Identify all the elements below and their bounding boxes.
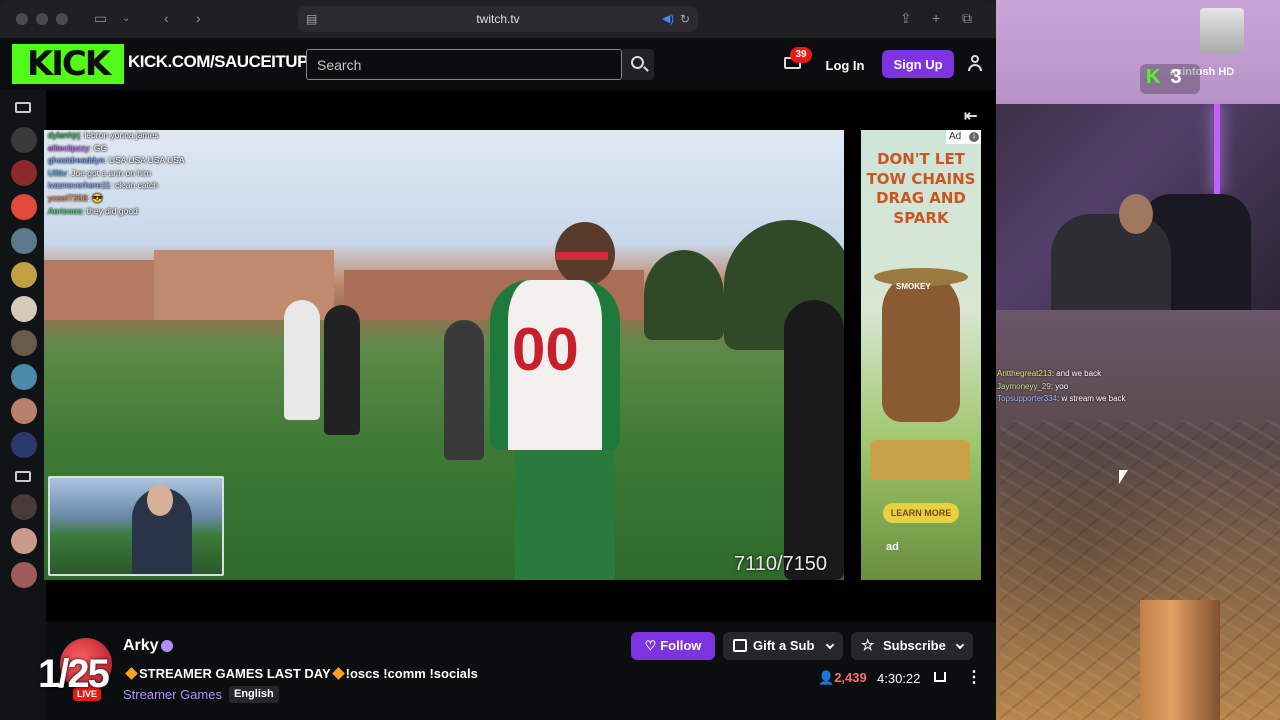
follow-button[interactable]: ♡ Follow xyxy=(631,632,715,660)
category-link[interactable]: Streamer Games xyxy=(123,687,222,702)
sidebar-avatar[interactable] xyxy=(11,160,37,186)
sidebar-avatar[interactable] xyxy=(11,228,37,254)
viewer-icon: 👤 xyxy=(818,670,835,685)
following-sidebar xyxy=(0,90,46,720)
sidebar-toggle-icon[interactable]: ▭ xyxy=(94,10,107,27)
sidebar-avatar[interactable] xyxy=(11,296,37,322)
maximize-window-button[interactable] xyxy=(56,13,68,25)
chat-line: eliteclipzzy: GG xyxy=(48,142,108,153)
share-stream-icon[interactable] xyxy=(934,672,946,682)
audio-playing-icon[interactable]: ◀) xyxy=(662,6,674,32)
jersey-number: 00 xyxy=(512,316,579,383)
kick-logo[interactable]: KICK xyxy=(12,44,124,84)
mouse-cursor-icon xyxy=(1119,470,1128,484)
minimize-window-button[interactable] xyxy=(36,13,48,25)
diamond-icon xyxy=(125,667,138,680)
tower-image xyxy=(1140,600,1220,720)
recommended-camera-icon[interactable] xyxy=(15,471,31,482)
notification-badge: 39 xyxy=(790,47,812,63)
following-camera-icon[interactable] xyxy=(15,102,31,113)
goal-counter: 7110/7150 xyxy=(734,553,828,575)
gift-sub-button[interactable]: Gift a Sub xyxy=(723,632,843,660)
chat-line: Antthegreat213: and we back xyxy=(997,369,1102,378)
sidebar-avatar[interactable] xyxy=(11,494,37,520)
subscribe-button[interactable]: ☆ Subscribe xyxy=(851,632,973,660)
kick-overlay-badge: K3 xyxy=(1140,64,1200,94)
close-window-button[interactable] xyxy=(16,13,28,25)
signup-button[interactable]: Sign Up xyxy=(882,50,954,78)
user-icon[interactable] xyxy=(968,55,982,71)
sidebar-avatar[interactable] xyxy=(11,432,37,458)
ad-council-logo: ad xyxy=(886,541,899,553)
chat-line: Topsupporter334: w stream we back xyxy=(997,394,1126,403)
chat-line: Ulltiv: Joe got a arm on him xyxy=(48,167,151,178)
desktop-chat-overlay: Antthegreat213: and we back Jaymoneyy_29… xyxy=(997,368,1126,406)
page-settings-icon[interactable]: ▤ xyxy=(306,6,317,32)
chevron-down-icon xyxy=(955,640,965,650)
hard-disk-icon[interactable] xyxy=(1200,8,1244,54)
back-icon[interactable]: ‹ xyxy=(164,10,169,26)
address-bar[interactable]: ▤ twitch.tv ◀) ↻ xyxy=(298,6,698,32)
webcam-overlay xyxy=(991,104,1280,310)
shorts xyxy=(515,450,615,580)
new-tab-icon[interactable]: + xyxy=(932,10,940,26)
chevron-down-icon xyxy=(825,640,835,650)
viewer-count: 👤2,439 xyxy=(818,670,867,685)
chat-line: dylanhjrj: lebron yonna james xyxy=(48,130,159,140)
bandana xyxy=(556,252,608,260)
sidebar-avatar[interactable] xyxy=(11,364,37,390)
ad-headline: DON'T LET TOW CHAINS DRAG AND SPARK xyxy=(866,150,976,227)
more-options-icon[interactable]: ⋮ xyxy=(966,670,982,686)
stream-title: STREAMER GAMES LAST DAY !oscs !comm !soci… xyxy=(124,666,478,681)
chevron-down-icon[interactable]: ⌄ xyxy=(122,13,130,24)
sidebar-avatar[interactable] xyxy=(11,194,37,220)
star-icon: ☆ xyxy=(861,637,875,654)
channel-url[interactable]: KICK.COM/SAUCEITUPTV xyxy=(128,52,329,72)
search-button[interactable] xyxy=(622,49,654,80)
info-icon[interactable]: i xyxy=(969,132,979,142)
channel-name[interactable]: Arky xyxy=(123,637,159,655)
chat-line: ghostdreaddyn: USA USA USA USA xyxy=(48,155,185,166)
url-text: twitch.tv xyxy=(476,12,520,26)
diamond-icon xyxy=(331,667,345,680)
heart-icon: ♡ xyxy=(644,638,657,653)
login-button[interactable]: Log In xyxy=(816,51,874,79)
sidebar-avatar[interactable] xyxy=(11,127,37,153)
search-input[interactable] xyxy=(306,49,622,80)
site-header: KICK KICK.COM/SAUCEITUPTV 39 Log In Sign… xyxy=(0,38,996,90)
forward-icon[interactable]: › xyxy=(196,10,201,26)
collapse-chat-icon[interactable]: ⇤ xyxy=(964,106,977,126)
truck-image xyxy=(870,440,970,480)
sidebar-avatar[interactable] xyxy=(11,398,37,424)
gift-icon xyxy=(733,639,747,652)
tab-overview-icon[interactable]: ⧉ xyxy=(962,10,972,27)
video-chat-overlay: dylanhjrj: lebron yonna james eliteclipz… xyxy=(48,129,185,217)
browser-window: ▭ ⌄ ‹ › ▤ twitch.tv ◀) ↻ ⇪ + ⧉ KICK KICK… xyxy=(0,0,996,720)
bear-mascot-image xyxy=(882,272,960,422)
sidebar-avatar[interactable] xyxy=(11,562,37,588)
chat-line: yosef7358: 😎 xyxy=(48,192,103,203)
verified-icon xyxy=(161,640,173,652)
reload-icon[interactable]: ↻ xyxy=(680,6,690,32)
browser-titlebar: ▭ ⌄ ‹ › ▤ twitch.tv ◀) ↻ ⇪ + ⧉ xyxy=(0,0,996,38)
chat-line: Jaymoneyy_29: yoo xyxy=(997,381,1069,391)
chat-line: ivasneverhere11: clean catch xyxy=(48,180,158,191)
ad-tag[interactable]: Ad i xyxy=(946,130,981,144)
stream-uptime: 4:30:22 xyxy=(877,671,921,686)
day-overlay-counter: 1/25 xyxy=(38,652,110,696)
mascot-hat-label: SMOKEY xyxy=(896,282,931,291)
sidebar-avatar[interactable] xyxy=(11,330,37,356)
sidebar-avatar[interactable] xyxy=(11,262,37,288)
pip-camera-overlay xyxy=(48,476,224,576)
language-tag[interactable]: English xyxy=(229,686,279,703)
sidebar-avatar[interactable] xyxy=(11,528,37,554)
share-icon[interactable]: ⇪ xyxy=(900,10,912,27)
learn-more-button[interactable]: LEARN MORE xyxy=(883,503,959,523)
chat-line: Aerioooo: they did good xyxy=(48,205,138,216)
